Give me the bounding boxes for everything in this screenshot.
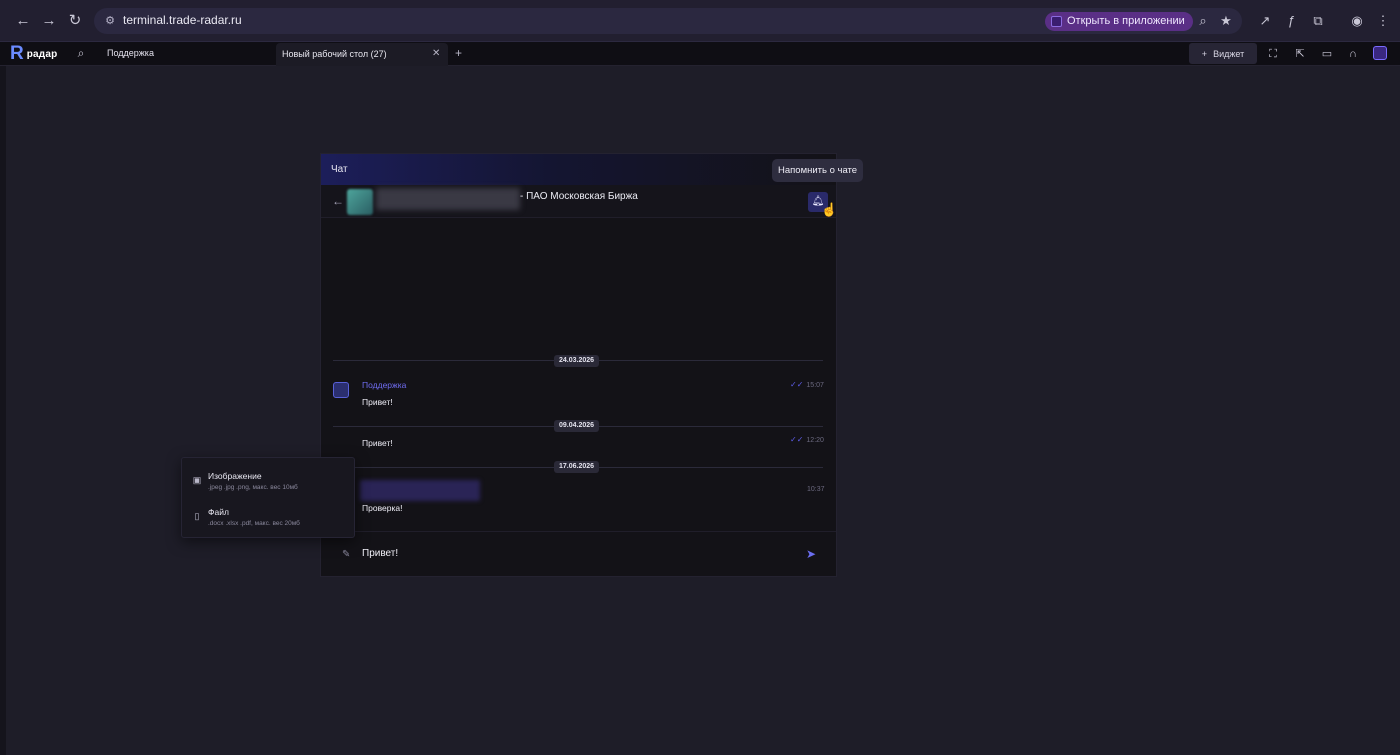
app-header: R радар ⌕ Поддержка Новый рабочий стол (… (0, 42, 1400, 66)
date-chip: 17.06.2026 (554, 461, 600, 473)
headset-icon[interactable]: ∩ (1346, 47, 1360, 61)
open-in-app-label: Открыть в приложении (1067, 15, 1185, 27)
contact-redacted (376, 188, 520, 210)
attach-item-subtitle: .docx .xlsx .pdf, макс. вес 20мб (208, 520, 300, 527)
message-meta: ✓✓ 15:07 (790, 380, 824, 389)
forward-icon[interactable]: → (40, 12, 58, 30)
export-icon[interactable]: ⇱ (1293, 47, 1307, 61)
remind-tooltip: Напомнить о чате (772, 159, 864, 182)
back-icon[interactable]: ← (14, 12, 32, 30)
paperclip-icon[interactable]: ✎ (342, 549, 350, 560)
extensions-icon[interactable]: ⧉ (1310, 13, 1326, 29)
message-time: 10:37 (807, 486, 825, 493)
message-meta: ✓✓ 12:20 (790, 435, 824, 444)
double-check-icon: ✓✓ (790, 380, 804, 389)
logo-text: радар (26, 48, 58, 60)
image-icon: ▣ (192, 475, 202, 485)
chat-icon[interactable]: ▭ (1320, 47, 1334, 61)
attach-item-subtitle: .jpeg .jpg .png, макс. вес 10мб (208, 484, 298, 491)
attach-item-title: Файл (208, 507, 229, 517)
attach-file-item[interactable]: ▯ Файл .docx .xlsx .pdf, макс. вес 20мб (182, 502, 354, 536)
app-icon (1051, 16, 1062, 27)
message-text: Привет! (362, 438, 393, 448)
avatar[interactable] (1373, 46, 1387, 60)
chat-title: Чат (331, 164, 348, 175)
support-link[interactable]: Поддержка (107, 48, 154, 58)
extension-pin-icon[interactable]: ↗ (1257, 13, 1273, 29)
url-text[interactable]: terminal.trade-radar.ru (123, 13, 242, 27)
search-icon[interactable]: ⌕ (74, 46, 88, 60)
message-input[interactable]: Привет! (362, 548, 398, 559)
attach-item-title: Изображение (208, 471, 262, 481)
date-chip: 24.03.2026 (554, 355, 600, 367)
file-icon: ▯ (194, 511, 200, 521)
fullscreen-icon[interactable]: ⛶ (1266, 47, 1280, 61)
plus-icon: + (1201, 48, 1208, 59)
add-tab-icon[interactable]: + (455, 46, 462, 60)
message-time: 12:20 (806, 437, 824, 444)
message-input-bar: ✎ Привет! ➤ (321, 531, 836, 576)
tab-label: Новый рабочий стол (27) (282, 49, 387, 59)
back-arrow-icon[interactable]: ← (332, 194, 344, 208)
formula-icon[interactable]: ƒ (1283, 13, 1299, 29)
site-settings-icon[interactable]: ⚙ (102, 13, 118, 29)
attach-menu: ▣ Изображение .jpeg .jpg .png, макс. вес… (181, 457, 355, 538)
menu-dots-icon[interactable]: ⋮ (1375, 13, 1391, 29)
chat-header: Чат (321, 154, 836, 185)
logo[interactable]: R радар (10, 44, 57, 64)
bookmark-star-icon[interactable]: ★ (1218, 13, 1234, 29)
left-edge (0, 66, 6, 755)
send-icon[interactable]: ➤ (806, 547, 816, 561)
message-sender: Поддержка (362, 380, 407, 390)
attach-image-item[interactable]: ▣ Изображение .jpeg .jpg .png, макс. вес… (182, 466, 354, 500)
message-time: 15:07 (806, 382, 824, 389)
double-check-icon: ✓✓ (790, 435, 804, 444)
support-avatar (333, 382, 349, 398)
message-text: Привет! (362, 397, 393, 407)
tab-workspace[interactable]: Новый рабочий стол (27) ✕ (276, 43, 448, 66)
logo-letter: R (10, 43, 24, 64)
close-icon[interactable]: ✕ (432, 48, 440, 59)
mouse-cursor-icon: ☝ (821, 202, 838, 217)
open-in-app-button[interactable]: Открыть в приложении (1045, 12, 1193, 31)
zoom-icon[interactable]: ⌕ (1195, 13, 1211, 29)
profile-icon[interactable]: ◉ (1349, 13, 1365, 29)
sender-redacted (360, 480, 480, 501)
chat-window: Чат ← - ПАО Московская Биржа 🔔︎ 24.03.20… (320, 153, 837, 577)
add-widget-label: Виджет (1213, 48, 1245, 59)
date-chip: 09.04.2026 (554, 420, 600, 432)
contact-avatar (347, 189, 373, 215)
message-text: Проверка! (362, 503, 403, 513)
contact-bar: ← - ПАО Московская Биржа 🔔︎ (321, 185, 836, 218)
reload-icon[interactable]: ↻ (66, 12, 84, 30)
browser-toolbar: ← → ↻ ⚙ terminal.trade-radar.ru Открыть … (0, 0, 1400, 42)
contact-name: - ПАО Московская Биржа (520, 191, 638, 202)
add-widget-button[interactable]: + Виджет (1189, 43, 1257, 64)
